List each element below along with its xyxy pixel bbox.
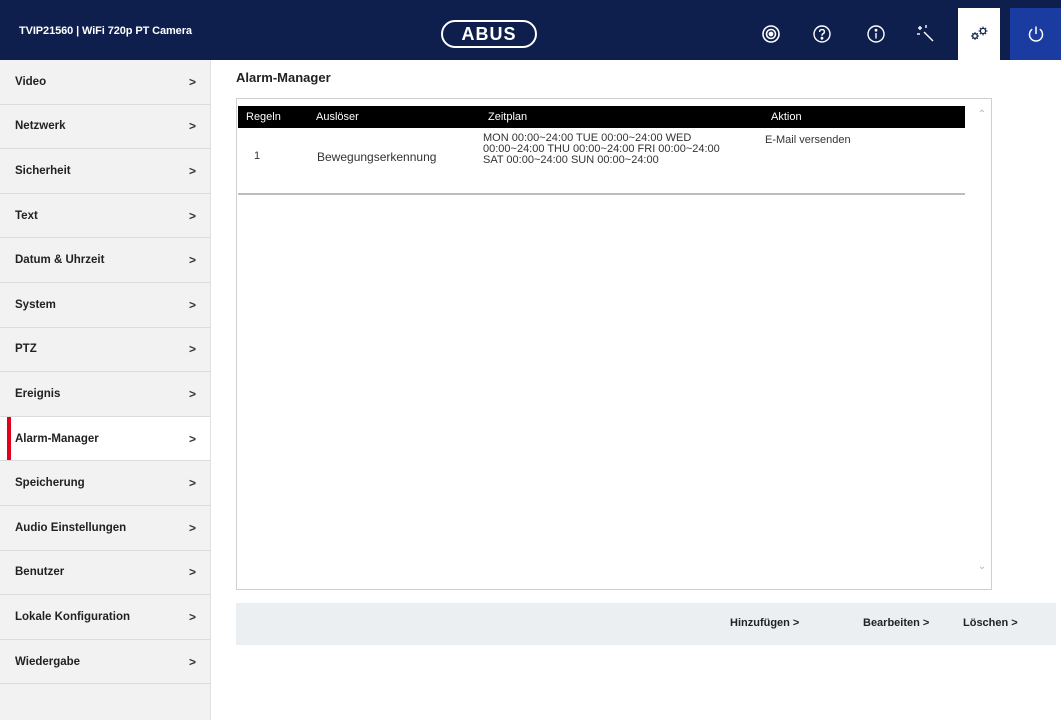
- logo-text: ABUS: [461, 23, 517, 44]
- chevron-right-icon: >: [189, 476, 197, 491]
- sidebar-item-label: Text: [15, 209, 38, 222]
- logout-button[interactable]: [1010, 8, 1061, 60]
- chevron-right-icon: >: [189, 609, 197, 624]
- chevron-right-icon: >: [189, 431, 197, 446]
- sidebar-item-lokale-konfiguration[interactable]: Lokale Konfiguration >: [0, 595, 210, 640]
- sidebar-item-ptz[interactable]: PTZ >: [0, 327, 210, 373]
- settings-icon: [971, 26, 988, 40]
- help-button[interactable]: [801, 8, 843, 60]
- cell-aktion: E-Mail versenden: [765, 134, 851, 146]
- sidebar-item-label: Ereignis: [15, 387, 61, 400]
- info-button[interactable]: [855, 8, 897, 60]
- chevron-right-icon: >: [189, 565, 197, 580]
- live-view-icon: [762, 25, 780, 43]
- wizard-icon: [917, 25, 934, 42]
- sidebar-item-label: Netzwerk: [15, 120, 66, 133]
- chevron-right-icon: >: [189, 520, 197, 535]
- scroll-up-icon[interactable]: ⌃: [976, 109, 988, 120]
- chevron-right-icon: >: [189, 386, 197, 401]
- column-header-aktion: Aktion: [771, 111, 802, 123]
- abus-logo: ABUS: [441, 20, 537, 48]
- sidebar-item-label: Benutzer: [15, 566, 65, 579]
- sidebar-item-label: Wiedergabe: [15, 655, 81, 668]
- sidebar-item-label: PTZ: [15, 343, 37, 356]
- chevron-right-icon: >: [189, 119, 197, 134]
- wizard-button[interactable]: [905, 8, 947, 60]
- sidebar-item-alarm-manager[interactable]: Alarm-Manager >: [0, 416, 210, 462]
- camera-title: TVIP21560 | WiFi 720p PT Camera: [19, 25, 192, 37]
- chevron-right-icon: >: [189, 74, 197, 89]
- page-title: Alarm-Manager: [236, 70, 331, 85]
- sidebar-item-system[interactable]: System >: [0, 282, 210, 328]
- sidebar-item-speicherung[interactable]: Speicherung >: [0, 461, 210, 506]
- sidebar-item-sicherheit[interactable]: Sicherheit >: [0, 149, 210, 194]
- add-button[interactable]: Hinzufügen >: [730, 617, 799, 629]
- chevron-right-icon: >: [189, 654, 197, 669]
- sidebar-item-label: Video: [15, 75, 47, 88]
- column-header-zeitplan: Zeitplan: [488, 111, 528, 123]
- cell-regeln: 1: [254, 150, 261, 162]
- sidebar-item-wiedergabe[interactable]: Wiedergabe >: [0, 639, 210, 685]
- column-header-ausloeser: Auslöser: [316, 111, 359, 123]
- column-header-regeln: Regeln: [246, 111, 281, 123]
- sidebar-item-video[interactable]: Video >: [0, 60, 210, 105]
- chevron-right-icon: >: [189, 208, 197, 223]
- live-view-button[interactable]: [750, 8, 792, 60]
- sidebar-item-label: Speicherung: [15, 477, 85, 490]
- sidebar-item-benutzer[interactable]: Benutzer >: [0, 550, 210, 596]
- sidebar-item-label: System: [15, 298, 56, 311]
- table-header: Regeln Auslöser Zeitplan Aktion: [238, 106, 965, 128]
- cell-zeitplan: MON 00:00~24:00 TUE 00:00~24:00 WED 00:0…: [483, 132, 720, 166]
- sidebar-item-label: Datum & Uhrzeit: [15, 254, 105, 267]
- sidebar-nav: Video > Netzwerk > Sicherheit > Text > D…: [0, 60, 211, 720]
- cell-ausloeser: Bewegungserkennung: [317, 150, 437, 164]
- power-icon: [1028, 26, 1043, 42]
- sidebar-item-audio-einstellungen[interactable]: Audio Einstellungen >: [0, 505, 210, 551]
- sidebar-item-netzwerk[interactable]: Netzwerk >: [0, 104, 210, 150]
- help-icon: [813, 25, 831, 43]
- sidebar-item-label: Sicherheit: [15, 164, 71, 177]
- info-icon: [867, 25, 885, 43]
- sidebar-item-label: Audio Einstellungen: [15, 521, 127, 534]
- sidebar-item-ereignis[interactable]: Ereignis >: [0, 372, 210, 417]
- delete-button[interactable]: Löschen >: [963, 617, 1018, 629]
- chevron-right-icon: >: [189, 297, 197, 312]
- edit-button[interactable]: Bearbeiten >: [863, 617, 929, 629]
- chevron-right-icon: >: [189, 163, 197, 178]
- top-header: TVIP21560 | WiFi 720p PT Camera ABUS: [0, 0, 1061, 60]
- scroll-down-icon[interactable]: ⌄: [976, 561, 988, 572]
- sidebar-item-datum-uhrzeit[interactable]: Datum & Uhrzeit >: [0, 238, 210, 283]
- chevron-right-icon: >: [189, 253, 197, 268]
- action-bar: Hinzufügen > Bearbeiten > Löschen >: [236, 603, 1056, 645]
- table-row[interactable]: 1 Bewegungserkennung MON 00:00~24:00 TUE…: [238, 131, 965, 195]
- sidebar-item-label: Alarm-Manager: [15, 432, 99, 445]
- settings-button[interactable]: [958, 8, 1000, 60]
- sidebar-item-label: Lokale Konfiguration: [15, 610, 130, 623]
- sidebar-item-text[interactable]: Text >: [0, 193, 210, 239]
- chevron-right-icon: >: [189, 342, 197, 357]
- alarm-rules-table: Regeln Auslöser Zeitplan Aktion 1 Bewegu…: [236, 98, 992, 590]
